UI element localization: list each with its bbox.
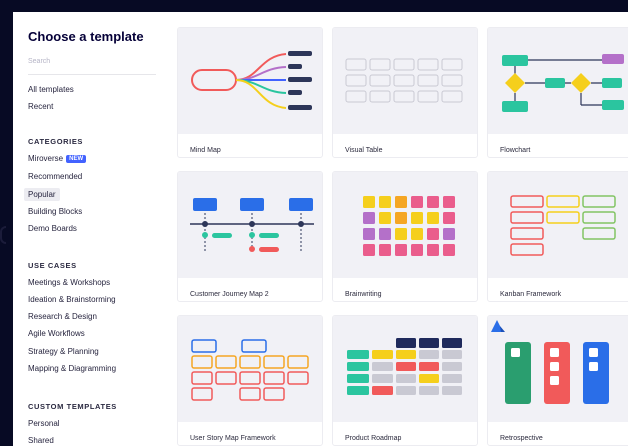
search-input[interactable]: Search: [28, 55, 156, 75]
template-picker-panel: Choose a template Search All templates R…: [13, 12, 628, 446]
template-label: User Story Map Framework: [190, 435, 276, 442]
mind-map-thumbnail: [178, 28, 322, 134]
atlassian-logo-icon: [491, 320, 505, 332]
template-card-user-story-map[interactable]: User Story Map Framework: [177, 315, 323, 446]
use-case-research[interactable]: Research & Design: [28, 312, 97, 321]
custom-templates-heading: CUSTOM TEMPLATES: [28, 402, 117, 411]
template-label: Product Roadmap: [345, 435, 402, 442]
category-demo-boards[interactable]: Demo Boards: [28, 224, 77, 233]
template-label: Flowchart: [500, 147, 531, 154]
template-label: Brainwriting: [345, 291, 382, 298]
template-label: Customer Journey Map 2: [190, 291, 269, 298]
template-card-brainwriting[interactable]: Brainwriting: [332, 171, 478, 302]
category-building-blocks[interactable]: Building Blocks: [28, 207, 82, 216]
nav-all-templates[interactable]: All templates: [28, 85, 74, 94]
use-case-mapping[interactable]: Mapping & Diagramming: [28, 364, 116, 373]
use-case-agile[interactable]: Agile Workflows: [28, 329, 85, 338]
category-popular[interactable]: Popular: [24, 188, 60, 201]
template-label: Retrospective: [500, 435, 543, 442]
panel-title: Choose a template: [28, 29, 144, 44]
template-card-kanban[interactable]: Kanban Framework: [487, 171, 628, 302]
category-miroverse[interactable]: Miroverse NEW: [28, 154, 87, 163]
brainwriting-thumbnail: [333, 172, 477, 278]
nav-recent[interactable]: Recent: [28, 102, 53, 111]
template-card-visual-table[interactable]: Visual Table: [332, 27, 478, 158]
template-card-product-roadmap[interactable]: Product Roadmap: [332, 315, 478, 446]
use-case-meetings[interactable]: Meetings & Workshops: [28, 278, 110, 287]
template-label: Mind Map: [190, 147, 221, 154]
template-card-flowchart[interactable]: Flowchart: [487, 27, 628, 158]
visual-table-thumbnail: [333, 28, 477, 134]
categories-heading: CATEGORIES: [28, 137, 84, 146]
edge-fragment: [0, 226, 6, 244]
category-recommended[interactable]: Recommended: [28, 172, 82, 181]
flowchart-thumbnail: [488, 28, 628, 134]
kanban-thumbnail: [488, 172, 628, 278]
use-cases-heading: USE CASES: [28, 261, 77, 270]
custom-shared[interactable]: Shared: [28, 436, 54, 445]
retrospective-thumbnail: [488, 316, 628, 422]
template-card-customer-journey-map[interactable]: Customer Journey Map 2: [177, 171, 323, 302]
use-case-ideation[interactable]: Ideation & Brainstorming: [28, 295, 116, 304]
custom-personal[interactable]: Personal: [28, 419, 60, 428]
customer-journey-map-thumbnail: [178, 172, 322, 278]
user-story-map-thumbnail: [178, 316, 322, 422]
product-roadmap-thumbnail: [333, 316, 477, 422]
template-card-mind-map[interactable]: Mind Map: [177, 27, 323, 158]
sidebar: Choose a template Search All templates R…: [13, 12, 165, 446]
use-case-strategy[interactable]: Strategy & Planning: [28, 347, 99, 356]
template-label: Visual Table: [345, 147, 383, 154]
category-label: Miroverse: [28, 154, 64, 163]
template-label: Kanban Framework: [500, 291, 562, 298]
template-card-retrospective[interactable]: Retrospective: [487, 315, 628, 446]
new-badge: NEW: [66, 155, 87, 163]
